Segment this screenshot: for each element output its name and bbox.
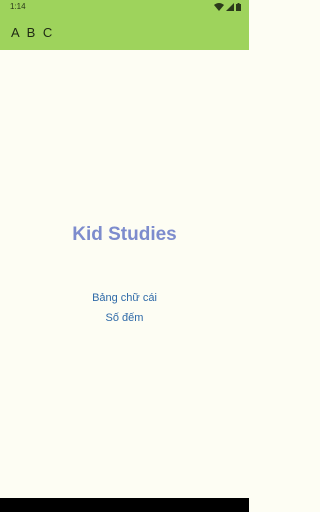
system-nav-bar: [0, 498, 249, 512]
signal-icon: [226, 3, 234, 11]
status-icons: [214, 3, 241, 11]
wifi-icon: [214, 3, 224, 11]
numbers-link[interactable]: Số đếm: [0, 311, 249, 325]
main-content: Kid Studies Bảng chữ cái Số đếm: [0, 50, 249, 498]
battery-icon: [236, 3, 241, 11]
page-title: Kid Studies: [72, 224, 177, 245]
alphabet-link[interactable]: Bảng chữ cái: [0, 291, 249, 305]
status-bar: 1:14: [0, 0, 249, 14]
status-time: 1:14: [10, 2, 26, 11]
app-bar: A B C: [0, 14, 249, 50]
app-title: A B C: [11, 25, 55, 40]
